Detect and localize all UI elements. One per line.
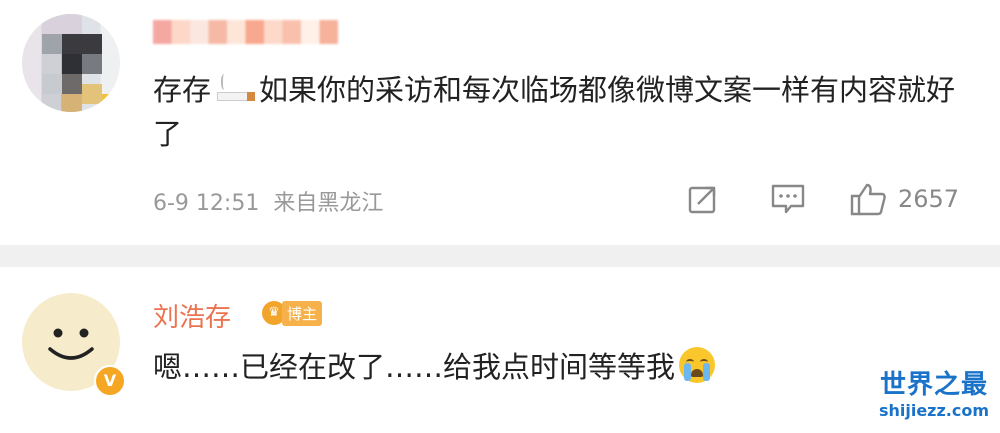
like-button[interactable]: 2657 bbox=[848, 182, 959, 216]
watermark-title: 世界之最 bbox=[879, 370, 988, 400]
verified-badge: V bbox=[94, 365, 126, 397]
comment-text: 嗯……已经在改了……给我点时间等等我 bbox=[153, 345, 853, 389]
watermark: 世界之最 shijiezz.com bbox=[872, 370, 996, 422]
crying-face-icon bbox=[679, 347, 716, 383]
avatar-blurred[interactable] bbox=[22, 14, 120, 112]
comment-location: 来自黑龙江 bbox=[273, 191, 384, 216]
share-button[interactable] bbox=[686, 182, 720, 216]
like-count: 2657 bbox=[898, 185, 960, 213]
author-name[interactable]: 刘浩存 bbox=[153, 297, 231, 334]
comment-card: V 刘浩存 ♛ 博主 嗯……已经在改了……给我点时间等等我 世界之最 shijie… bbox=[0, 267, 1000, 433]
thumbs-up-icon bbox=[850, 183, 886, 216]
comment-card: 存存 如果你的采访和每次临场都像微博文案一样有内容就好了 6-9 12:51 来自黑… bbox=[0, 0, 1000, 245]
reply-button[interactable] bbox=[770, 182, 806, 216]
comment-meta: 6-9 12:51 来自黑龙江 bbox=[153, 185, 397, 217]
share-icon bbox=[688, 186, 716, 214]
username-blurred[interactable] bbox=[153, 20, 338, 44]
comment-separator bbox=[0, 245, 1000, 267]
comment-date: 6-9 12:51 bbox=[153, 191, 260, 216]
comment-icon bbox=[771, 184, 805, 214]
watermark-url: shijiezz.com bbox=[878, 401, 990, 420]
host-badge-label: 博主 bbox=[282, 300, 323, 326]
host-badge: ♛ 博主 bbox=[262, 300, 323, 326]
cigarette-icon bbox=[213, 74, 257, 104]
comment-text: 存存 如果你的采访和每次临场都像微博文案一样有内容就好了 bbox=[153, 73, 956, 151]
